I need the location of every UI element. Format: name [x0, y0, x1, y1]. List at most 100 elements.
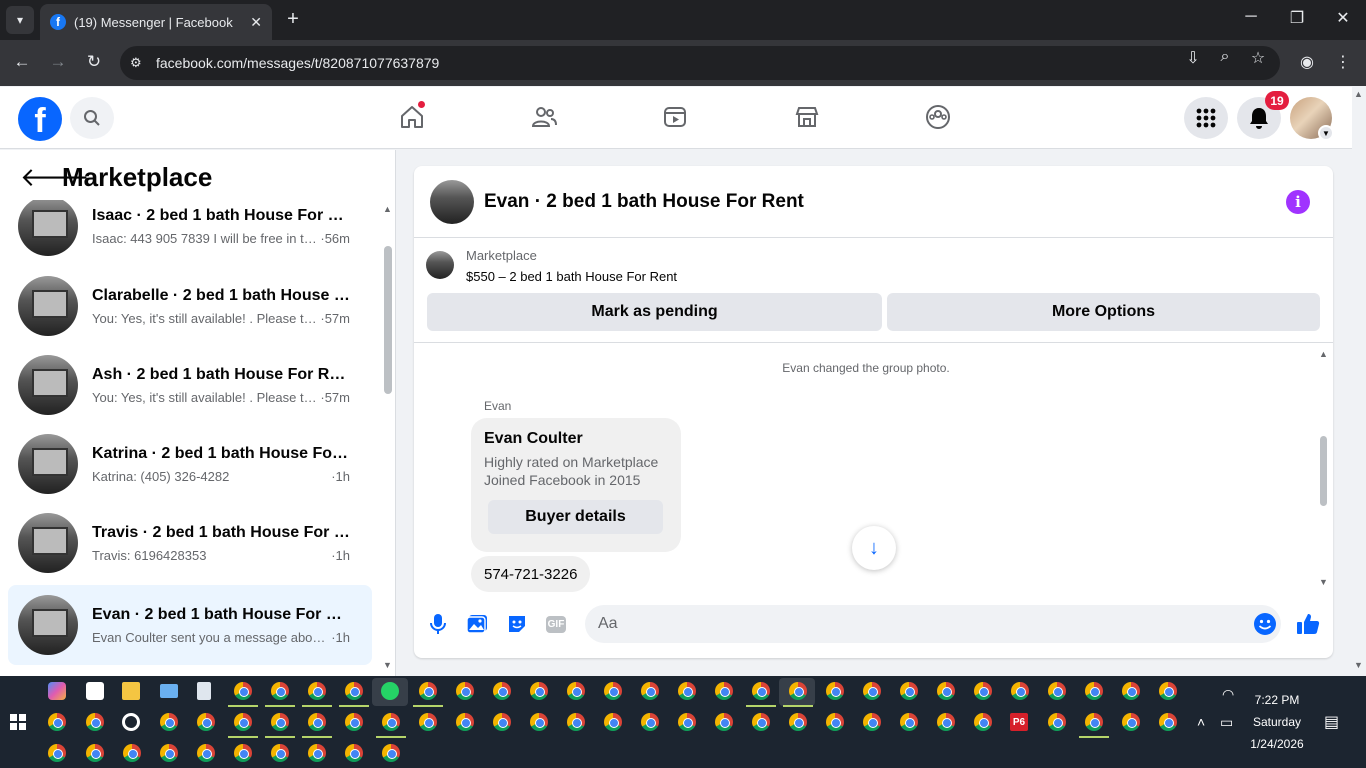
gif-icon[interactable]: GIF — [545, 612, 567, 636]
chrome-taskbar-icon[interactable] — [1159, 682, 1177, 700]
chrome-taskbar-icon[interactable] — [752, 713, 770, 731]
chrome-taskbar-icon[interactable] — [604, 713, 622, 731]
microphone-icon[interactable] — [426, 612, 450, 636]
scroll-down-arrow-icon[interactable]: ▼ — [1319, 577, 1328, 587]
message-input[interactable] — [598, 615, 1218, 633]
scroll-down-arrow-icon[interactable]: ▼ — [383, 660, 392, 670]
chrome-taskbar-icon[interactable] — [826, 682, 844, 700]
page-scroll-down-arrow-icon[interactable]: ▼ — [1354, 660, 1363, 670]
battery-icon[interactable]: ▭ — [1220, 714, 1233, 731]
chrome-taskbar-icon[interactable] — [678, 713, 696, 731]
info-icon[interactable]: i — [1286, 190, 1310, 214]
chrome-taskbar-icon[interactable] — [160, 744, 178, 762]
tab-search-button[interactable]: ▾ — [6, 6, 34, 34]
chat-scrollbar[interactable] — [1320, 436, 1327, 506]
chrome-taskbar-icon[interactable] — [86, 744, 104, 762]
home-icon[interactable] — [396, 100, 428, 133]
store-icon[interactable] — [86, 682, 104, 700]
minimize-button[interactable]: ─ — [1236, 8, 1266, 26]
browser-tab-messenger[interactable]: f (19) Messenger | Facebook ✕ — [40, 4, 272, 40]
chrome-taskbar-icon[interactable] — [345, 744, 363, 762]
forward-icon[interactable]: → — [47, 52, 69, 72]
chrome-taskbar-icon[interactable] — [1048, 682, 1066, 700]
chrome-taskbar-icon[interactable] — [752, 682, 770, 700]
chrome-taskbar-icon[interactable] — [308, 713, 326, 731]
conversation-item[interactable]: Travis · 2 bed 1 bath House For Rent Tra… — [8, 503, 372, 583]
new-tab-button[interactable]: + — [282, 8, 304, 31]
windows-start-icon[interactable] — [10, 714, 26, 730]
chrome-taskbar-icon[interactable] — [234, 744, 252, 762]
file-explorer-icon[interactable] — [122, 682, 140, 700]
conversation-item[interactable]: Isaac · 2 bed 1 bath House For Rent Isaa… — [8, 200, 372, 266]
chrome-taskbar-icon[interactable] — [234, 713, 252, 731]
chrome-taskbar-icon[interactable] — [530, 682, 548, 700]
chrome-taskbar-icon[interactable] — [234, 682, 252, 700]
chat-title[interactable]: Evan · 2 bed 1 bath House For Rent — [484, 191, 804, 213]
clock-day[interactable]: Saturday — [1244, 715, 1310, 729]
chrome-taskbar-icon[interactable] — [123, 744, 141, 762]
mark-as-pending-button[interactable]: Mark as pending — [427, 293, 882, 331]
chrome-taskbar-icon[interactable] — [1122, 713, 1140, 731]
wifi-icon[interactable]: ◠ — [1222, 686, 1234, 703]
chrome-taskbar-icon[interactable] — [567, 713, 585, 731]
chrome-taskbar-icon[interactable] — [863, 713, 881, 731]
chrome-taskbar-icon[interactable] — [48, 744, 66, 762]
conversation-item[interactable]: Katrina · 2 bed 1 bath House For Rent Ka… — [8, 424, 372, 504]
chrome-taskbar-icon[interactable] — [1159, 713, 1177, 731]
chrome-taskbar-icon[interactable] — [1085, 713, 1103, 731]
chrome-taskbar-icon[interactable] — [641, 713, 659, 731]
back-arrow-icon[interactable]: 🡐 — [20, 162, 90, 193]
chat-thumbnail[interactable] — [430, 179, 474, 224]
chrome-taskbar-icon[interactable] — [197, 744, 215, 762]
whatsapp-icon[interactable] — [381, 682, 399, 700]
buyer-details-button[interactable]: Buyer details — [488, 500, 663, 534]
clock-date[interactable]: 1/24/2026 — [1240, 737, 1314, 751]
chrome-taskbar-icon[interactable] — [456, 713, 474, 731]
chrome-taskbar-icon[interactable] — [641, 682, 659, 700]
chrome-taskbar-icon[interactable] — [678, 682, 696, 700]
groups-icon[interactable] — [922, 101, 954, 133]
chrome-taskbar-icon[interactable] — [789, 682, 807, 700]
back-icon[interactable]: ← — [11, 52, 33, 72]
listing-thumbnail[interactable] — [426, 251, 454, 279]
chrome-taskbar-icon[interactable] — [419, 713, 437, 731]
install-app-icon[interactable]: ⇩ — [1182, 48, 1204, 68]
scroll-up-arrow-icon[interactable]: ▲ — [1319, 349, 1328, 359]
tab-close-icon[interactable]: ✕ — [250, 14, 262, 31]
thumbs-up-icon[interactable] — [1296, 612, 1320, 636]
chrome-taskbar-icon[interactable] — [493, 713, 511, 731]
clock-time[interactable]: 7:22 PM — [1244, 693, 1310, 707]
chrome-taskbar-icon[interactable] — [974, 713, 992, 731]
listing-price-title[interactable]: $550 – 2 bed 1 bath House For Rent — [466, 269, 677, 284]
chrome-taskbar-icon[interactable] — [863, 682, 881, 700]
chrome-taskbar-icon[interactable] — [900, 713, 918, 731]
chrome-taskbar-icon[interactable] — [1048, 713, 1066, 731]
scroll-up-arrow-icon[interactable]: ▲ — [383, 204, 392, 214]
chrome-taskbar-icon[interactable] — [789, 713, 807, 731]
chrome-taskbar-icon[interactable] — [937, 682, 955, 700]
copilot-icon[interactable] — [48, 682, 66, 700]
browser-menu-icon[interactable]: ⋮ — [1332, 52, 1354, 72]
friends-icon[interactable] — [528, 101, 560, 133]
conversation-item[interactable] — [8, 667, 372, 676]
more-options-button[interactable]: More Options — [887, 293, 1320, 331]
notification-center-icon[interactable]: ▤ — [1324, 712, 1339, 732]
chrome-taskbar-icon[interactable] — [382, 713, 400, 731]
chrome-taskbar-icon[interactable] — [715, 713, 733, 731]
chrome-taskbar-icon[interactable] — [567, 682, 585, 700]
address-bar[interactable]: ⚙ facebook.com/messages/t/82087107763787… — [120, 46, 1280, 80]
chrome-taskbar-icon[interactable] — [160, 713, 178, 731]
chrome-taskbar-icon[interactable] — [530, 713, 548, 731]
chrome-taskbar-icon[interactable] — [604, 682, 622, 700]
chrome-taskbar-icon[interactable] — [382, 744, 400, 762]
chrome-taskbar-icon[interactable] — [271, 682, 289, 700]
facebook-logo[interactable]: f — [18, 97, 62, 141]
chrome-taskbar-icon[interactable] — [308, 744, 326, 762]
chevron-up-icon[interactable]: ˄ — [1197, 714, 1205, 730]
chrome-taskbar-icon[interactable] — [271, 744, 289, 762]
menu-grid-icon[interactable] — [1184, 97, 1228, 139]
keyboard-icon[interactable] — [160, 684, 178, 698]
chrome-taskbar-icon[interactable] — [48, 713, 66, 731]
page-scroll-up-arrow-icon[interactable]: ▲ — [1354, 89, 1363, 99]
site-info-icon[interactable]: ⚙ — [130, 55, 150, 71]
